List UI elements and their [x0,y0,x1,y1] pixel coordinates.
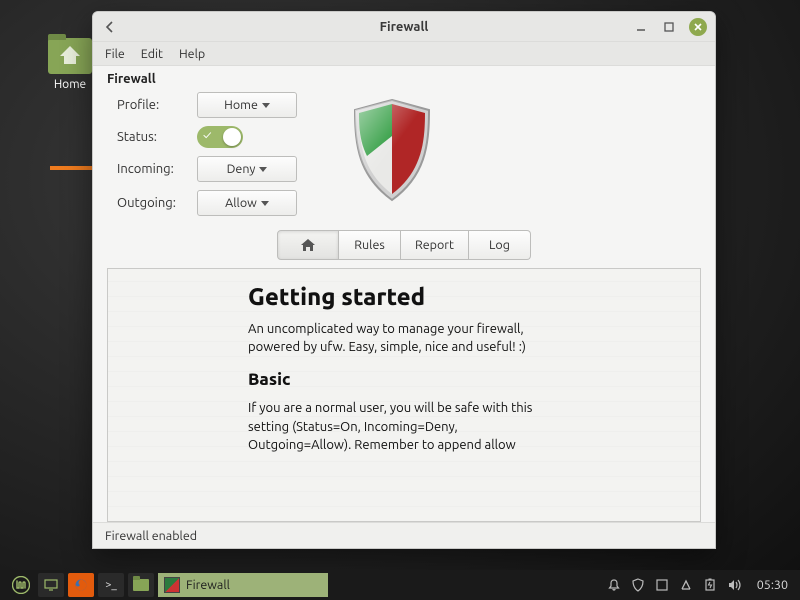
start-menu-button[interactable] [8,573,34,597]
network-tray-icon[interactable] [679,578,693,592]
battery-tray-icon[interactable] [703,578,717,592]
doc-paragraph: An uncomplicated way to manage your fire… [248,320,560,356]
close-button[interactable] [689,18,707,36]
window-title: Firewall [93,20,715,34]
clock[interactable]: 05:30 [757,578,788,592]
outgoing-label: Outgoing: [117,196,197,210]
taskbar-item-label: Firewall [186,578,230,592]
show-desktop-button[interactable] [38,573,64,597]
mint-logo-icon [12,576,30,594]
tabs: Rules Report Log [277,230,531,260]
menu-edit[interactable]: Edit [141,47,163,61]
minimize-button[interactable] [633,19,649,35]
status-text: Firewall enabled [105,529,197,543]
desktop-icon [44,579,58,591]
status-toggle[interactable]: ✓ [197,126,243,148]
firefox-launcher[interactable] [68,573,94,597]
status-label: Status: [117,130,197,144]
menubar: File Edit Help [93,42,715,66]
titlebar[interactable]: Firewall [93,12,715,42]
statusbar: Firewall enabled [93,522,715,548]
tab-report-label: Report [415,238,454,252]
tab-log-label: Log [489,238,510,252]
content-pane[interactable]: Getting started An uncomplicated way to … [107,268,701,522]
outgoing-value: Allow [225,196,257,210]
firewall-shield-icon [347,96,437,206]
system-tray: 05:30 [607,578,792,592]
profile-label: Profile: [117,98,197,112]
folder-icon [133,579,149,591]
getting-started-doc: Getting started An uncomplicated way to … [248,283,560,468]
caret-down-icon [259,167,267,172]
tab-log[interactable]: Log [469,230,531,260]
doc-paragraph: If you are a normal user, you will be sa… [248,399,560,454]
desktop-icon-label: Home [40,78,100,91]
desktop-home-folder[interactable]: Home [40,38,100,91]
toggle-knob [223,128,241,146]
outgoing-dropdown[interactable]: Allow [197,190,297,216]
caret-down-icon [261,201,269,206]
firewall-task-icon [164,577,180,593]
home-icon [300,238,316,252]
firefox-icon [74,578,88,592]
taskbar-item-firewall[interactable]: Firewall [158,573,328,597]
back-icon[interactable] [101,18,119,36]
incoming-dropdown[interactable]: Deny [197,156,297,182]
volume-tray-icon[interactable] [727,578,743,592]
tab-home[interactable] [277,230,339,260]
tab-rules-label: Rules [354,238,385,252]
incoming-value: Deny [227,162,256,176]
files-launcher[interactable] [128,573,154,597]
menu-file[interactable]: File [105,47,125,61]
profile-value: Home [224,98,258,112]
tab-report[interactable]: Report [401,230,469,260]
doc-heading: Getting started [248,283,560,310]
window-tray-icon[interactable] [655,578,669,592]
doc-subheading: Basic [248,370,560,389]
firewall-window: Firewall File Edit Help Firewall Profile… [92,11,716,549]
security-tray-icon[interactable] [631,578,645,592]
incoming-label: Incoming: [117,162,197,176]
section-header: Firewall [107,72,701,86]
firewall-form: Profile: Home Status: ✓ Incoming: Deny O… [117,92,297,216]
notifications-icon[interactable] [607,578,621,592]
taskbar: >_ Firewall 05:30 [0,570,800,600]
terminal-launcher[interactable]: >_ [98,573,124,597]
terminal-icon: >_ [105,579,117,591]
maximize-button[interactable] [661,19,677,35]
profile-dropdown[interactable]: Home [197,92,297,118]
menu-help[interactable]: Help [179,47,205,61]
caret-down-icon [262,103,270,108]
tab-rules[interactable]: Rules [339,230,401,260]
folder-icon [48,38,92,74]
check-icon: ✓ [203,129,211,142]
